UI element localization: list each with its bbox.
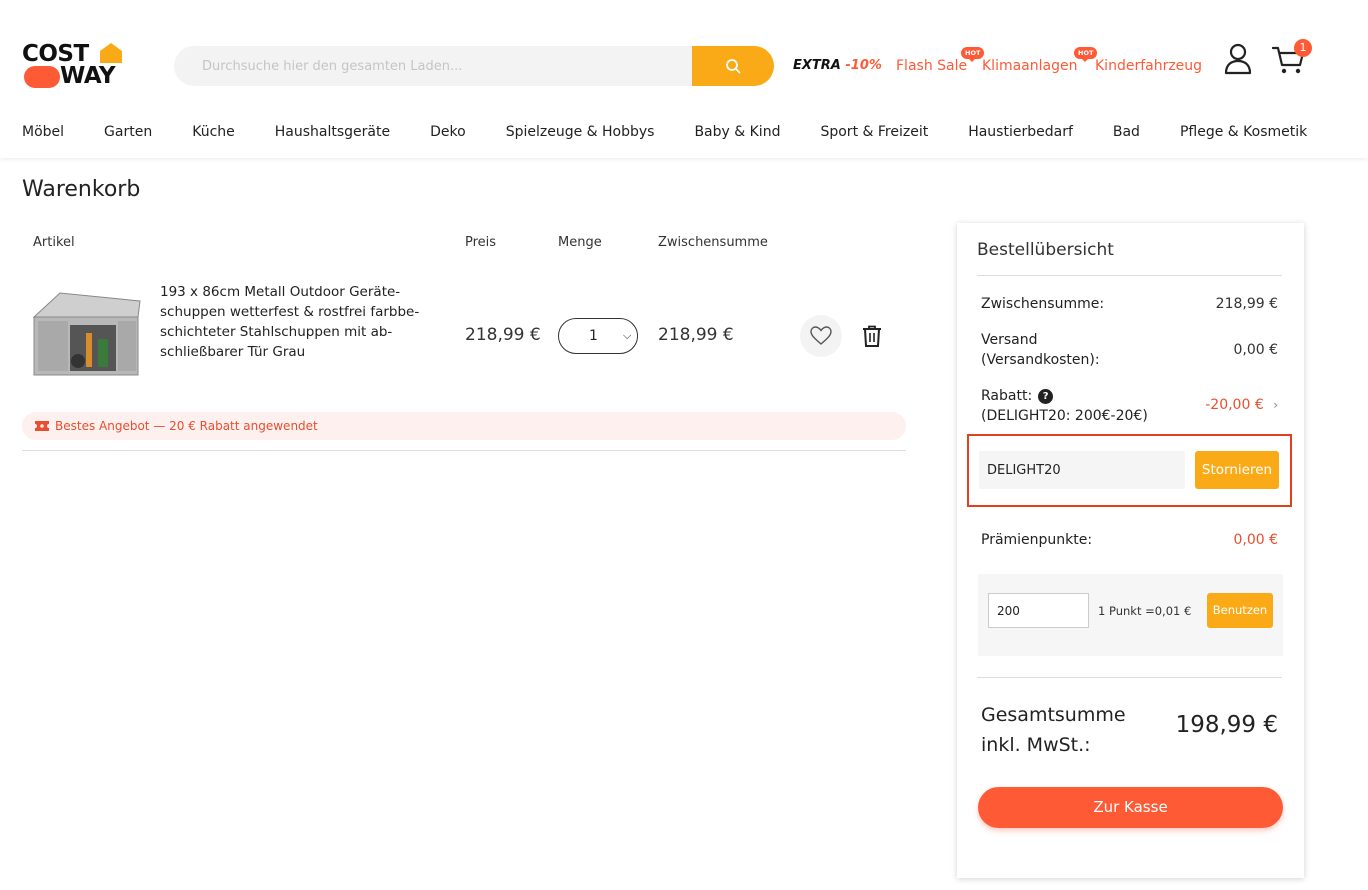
discount-banner: Bestes Angebot — 20 € Rabatt angewendet: [22, 412, 906, 440]
product-name-link[interactable]: 193 x 86cm Metall Outdoor Geräte-schuppe…: [160, 282, 445, 362]
reward-points-label: Prämienpunkte:: [981, 532, 1093, 548]
discount-value-toggle[interactable]: -20,00 € ›: [1205, 395, 1278, 415]
coupon-code-input[interactable]: [979, 451, 1185, 489]
discount-code-label: (DELIGHT20: 200€-20€): [981, 408, 1148, 424]
reward-points-input[interactable]: [988, 593, 1089, 628]
flash-sale-link[interactable]: Flash Sale: [896, 57, 967, 75]
logo-text-bottom: WAY: [60, 63, 116, 89]
cancel-coupon-button[interactable]: Stornieren: [1195, 451, 1279, 489]
user-account-icon[interactable]: [1224, 43, 1252, 75]
hot-badge: HOT: [1074, 47, 1098, 62]
column-header-subtotal: Zwischensumme: [658, 235, 768, 250]
nav-item-garten[interactable]: Garten: [104, 122, 152, 144]
nav-item-haustierbedarf[interactable]: Haustierbedarf: [968, 122, 1073, 144]
nav-item-pflege[interactable]: Pflege & Kosmetik: [1180, 122, 1307, 144]
promo-extra-link[interactable]: EXTRA -10%: [793, 57, 882, 75]
nav-item-moebel[interactable]: Möbel: [22, 122, 64, 144]
trash-icon[interactable]: [860, 324, 884, 348]
subtotal-value: 218,99 €: [1215, 296, 1278, 312]
search-icon: [726, 59, 741, 74]
chevron-down-icon: ⌵: [623, 329, 632, 342]
page-title: Warenkorb: [22, 177, 141, 202]
discount-label: Rabatt:: [981, 388, 1033, 404]
discount-label-group: Rabatt:? (DELIGHT20: 200€-20€): [981, 386, 1148, 426]
nav-item-kueche[interactable]: Küche: [192, 122, 235, 144]
heart-icon: [810, 326, 832, 345]
shipping-label: Versand (Versandkosten):: [981, 332, 1100, 368]
checkout-button[interactable]: Zur Kasse: [978, 787, 1283, 828]
summary-title: Bestellübersicht: [977, 240, 1114, 260]
chevron-right-icon: ›: [1273, 398, 1278, 412]
hot-badge: HOT: [961, 47, 985, 62]
cart-count-badge: 1: [1294, 39, 1312, 57]
promo-extra-label: EXTRA: [793, 58, 841, 73]
column-header-item: Artikel: [33, 235, 75, 250]
reward-points-section: 1 Punkt =0,01 € Benutzen: [978, 574, 1283, 656]
product-image[interactable]: [30, 289, 142, 381]
site-header: COST WAY EXTRA -10% Flash Sale HOT Klima…: [0, 0, 1368, 158]
total-label: Gesamtsumme inkl. MwSt.:: [981, 704, 1126, 756]
discount-value: -20,00 €: [1205, 397, 1264, 413]
summary-divider: [977, 677, 1282, 678]
wishlist-button[interactable]: [800, 315, 842, 357]
coupon-section: Stornieren: [967, 434, 1292, 507]
ticket-icon: [35, 421, 49, 431]
costway-logo[interactable]: COST WAY: [22, 42, 126, 90]
summary-divider: [977, 275, 1282, 276]
use-points-button[interactable]: Benutzen: [1207, 593, 1273, 628]
kinderfahrzeug-link[interactable]: Kinderfahrzeug: [1095, 57, 1202, 75]
quantity-select[interactable]: 1 ⌵: [558, 318, 638, 354]
category-nav: Möbel Garten Küche Haushaltsgeräte Deko …: [22, 122, 1347, 144]
shipping-value: 0,00 €: [1233, 342, 1278, 358]
reward-points-value: 0,00 €: [1233, 532, 1278, 548]
column-header-price: Preis: [465, 235, 497, 250]
search-input[interactable]: [174, 46, 691, 86]
help-icon[interactable]: ?: [1038, 388, 1054, 404]
cart-divider: [22, 450, 906, 451]
nav-item-bad[interactable]: Bad: [1113, 122, 1140, 144]
subtotal-label: Zwischensumme:: [981, 296, 1105, 312]
points-rate-text: 1 Punkt =0,01 €: [1098, 604, 1192, 618]
logo-pill: [24, 66, 60, 88]
total-value: 198,99 €: [1175, 712, 1278, 738]
item-subtotal: 218,99 €: [658, 325, 734, 345]
discount-banner-text: Bestes Angebot — 20 € Rabatt angewendet: [55, 419, 318, 433]
column-header-qty: Menge: [558, 235, 602, 250]
quantity-value: 1: [589, 328, 598, 344]
nav-item-haushaltsgeraete[interactable]: Haushaltsgeräte: [275, 122, 390, 144]
nav-item-baby-kind[interactable]: Baby & Kind: [694, 122, 780, 144]
nav-item-sport[interactable]: Sport & Freizeit: [820, 122, 928, 144]
nav-item-deko[interactable]: Deko: [430, 122, 466, 144]
search-bar: [174, 46, 774, 86]
nav-item-spielzeuge[interactable]: Spielzeuge & Hobbys: [506, 122, 655, 144]
logo-house-icon: [100, 43, 122, 63]
order-summary: Bestellübersicht Zwischensumme: 218,99 €…: [957, 223, 1304, 878]
promo-extra-pct: -10%: [845, 58, 882, 73]
search-button[interactable]: [692, 46, 774, 86]
klimaanlagen-link[interactable]: Klimaanlagen: [982, 57, 1077, 75]
item-price: 218,99 €: [465, 325, 541, 345]
